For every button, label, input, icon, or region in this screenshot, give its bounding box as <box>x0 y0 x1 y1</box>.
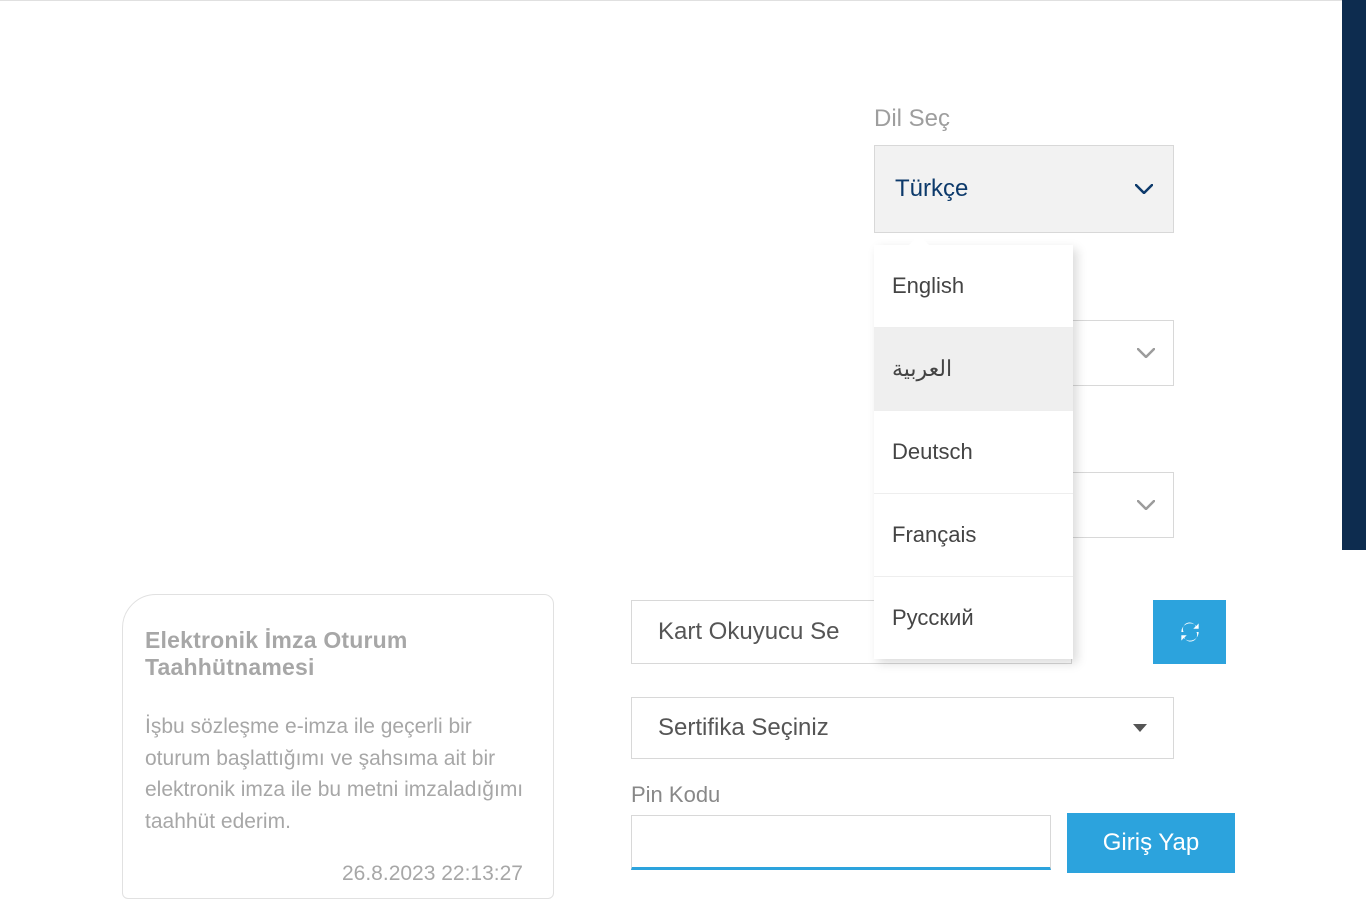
language-option-deutsch[interactable]: Deutsch <box>874 411 1073 494</box>
certificate-placeholder: Sertifika Seçiniz <box>658 714 829 742</box>
login-button-label: Giriş Yap <box>1103 829 1199 857</box>
language-option-arabic[interactable]: العربية <box>874 328 1073 411</box>
language-select[interactable]: Türkçe <box>874 145 1174 233</box>
card-reader-placeholder: Kart Okuyucu Se <box>658 618 839 646</box>
agreement-card: Elektronik İmza Oturum Taahhütnamesi İşb… <box>122 594 554 899</box>
chevron-down-icon <box>1137 348 1155 358</box>
chevron-down-icon <box>1135 184 1153 194</box>
pin-input[interactable] <box>631 815 1051 870</box>
agreement-body: İşbu sözleşme e-imza ile geçerli bir otu… <box>145 711 531 837</box>
refresh-icon <box>1177 619 1203 645</box>
login-button[interactable]: Giriş Yap <box>1067 813 1235 873</box>
language-selected-value: Türkçe <box>895 175 968 203</box>
certificate-select[interactable]: Sertifika Seçiniz <box>631 697 1174 759</box>
right-accent-bar <box>1342 0 1366 550</box>
triangle-down-icon <box>1133 724 1147 732</box>
refresh-button[interactable] <box>1153 600 1226 664</box>
pin-field-label: Pin Kodu <box>631 782 720 808</box>
chevron-down-icon <box>1137 500 1155 510</box>
agreement-title: Elektronik İmza Oturum Taahhütnamesi <box>145 627 531 681</box>
language-option-english[interactable]: English <box>874 245 1073 328</box>
language-dropdown-menu: English العربية Deutsch Français Русский <box>874 245 1073 659</box>
language-field-label: Dil Seç <box>874 105 950 133</box>
language-option-francais[interactable]: Français <box>874 494 1073 577</box>
language-option-russian[interactable]: Русский <box>874 577 1073 659</box>
agreement-timestamp: 26.8.2023 22:13:27 <box>145 862 531 886</box>
